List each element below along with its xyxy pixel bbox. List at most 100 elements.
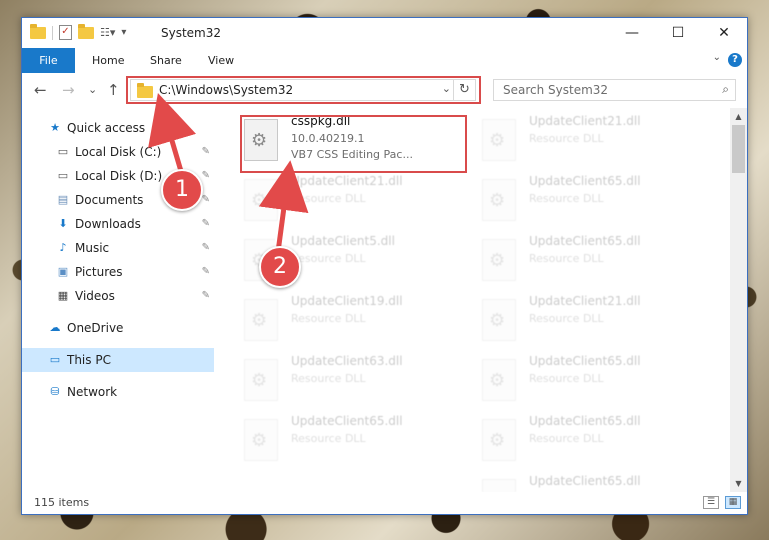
- dll-file-icon: [244, 419, 278, 461]
- file-item-csspkg[interactable]: csspkg.dll 10.0.40219.1 VB7 CSS Editing …: [241, 113, 471, 169]
- file-item[interactable]: UpdateClient65.dll Resource DLL: [241, 413, 471, 469]
- dll-file-icon: [244, 119, 278, 161]
- pin-icon[interactable]: ✎: [202, 164, 210, 188]
- file-list: csspkg.dll 10.0.40219.1 VB7 CSS Editing …: [219, 108, 732, 492]
- vertical-scrollbar[interactable]: ▲ ▼: [730, 108, 747, 492]
- file-type: Resource DLL: [529, 372, 604, 385]
- scroll-down-icon[interactable]: ▼: [730, 475, 747, 492]
- sidebar-item-pictures[interactable]: ▣ Pictures ✎: [22, 260, 214, 284]
- forward-button[interactable]: →: [62, 81, 75, 99]
- step-2-badge: 2: [259, 246, 301, 288]
- expand-ribbon-icon[interactable]: ⌄: [713, 52, 721, 63]
- tab-file[interactable]: File: [22, 48, 75, 73]
- minimize-button[interactable]: —: [609, 18, 655, 48]
- address-bar[interactable]: C:\Windows\System32 ⌄ ↻: [130, 79, 476, 101]
- file-name: UpdateClient65.dll: [529, 414, 641, 428]
- pin-icon[interactable]: ✎: [202, 260, 210, 284]
- properties-icon[interactable]: ✓: [59, 25, 72, 40]
- navigation-bar: ← → ⌄ ↑ C:\Windows\System32 ⌄ ↻ Search S…: [22, 73, 747, 108]
- sidebar-item-videos[interactable]: ▦ Videos ✎: [22, 284, 214, 308]
- pin-icon[interactable]: ✎: [202, 284, 210, 308]
- file-type: Resource DLL: [291, 192, 366, 205]
- search-box[interactable]: Search System32 ⌕: [493, 79, 736, 101]
- scroll-thumb[interactable]: [732, 125, 745, 173]
- sidebar-item-label: Pictures: [75, 265, 123, 279]
- refresh-button[interactable]: ↻: [453, 80, 475, 100]
- navigation-pane: ★ Quick access ▭ Local Disk (C:) ✎ ▭ Loc…: [22, 108, 214, 492]
- file-name: UpdateClient65.dll: [529, 174, 641, 188]
- address-dropdown-icon[interactable]: ⌄: [442, 82, 451, 95]
- sidebar-item-onedrive[interactable]: ☁ OneDrive: [22, 316, 214, 340]
- sidebar-item-local-disk-c[interactable]: ▭ Local Disk (C:) ✎: [22, 140, 214, 164]
- pin-icon[interactable]: ✎: [202, 140, 210, 164]
- tiles-view-icon[interactable]: ▦: [725, 496, 741, 509]
- address-path[interactable]: C:\Windows\System32: [159, 83, 293, 97]
- new-folder-icon[interactable]: [78, 23, 94, 39]
- folder-icon: [30, 23, 46, 39]
- file-name: UpdateClient63.dll: [291, 354, 403, 368]
- tab-home[interactable]: Home: [92, 48, 124, 73]
- up-button[interactable]: ↑: [107, 81, 120, 99]
- file-item[interactable]: UpdateClient65.dll Resource DLL: [479, 173, 709, 229]
- status-bar: 115 items ☰ ▦: [22, 492, 747, 514]
- file-description: VB7 CSS Editing Pac...: [291, 148, 413, 161]
- scroll-up-icon[interactable]: ▲: [730, 108, 747, 125]
- toolbar-divider: [52, 25, 53, 40]
- search-placeholder[interactable]: Search System32: [503, 83, 608, 97]
- qat-dropdown-icon[interactable]: ▾: [121, 27, 126, 38]
- file-item[interactable]: UpdateClient65.dll Resource DLL: [479, 233, 709, 289]
- dll-file-icon: [244, 179, 278, 221]
- file-type: Resource DLL: [291, 372, 366, 385]
- file-name: UpdateClient21.dll: [291, 174, 403, 188]
- tab-view[interactable]: View: [208, 48, 234, 73]
- dll-file-icon: [244, 299, 278, 341]
- ribbon-tabs: File Home Share View ⌄ ?: [22, 48, 747, 74]
- file-item[interactable]: UpdateClient19.dll Resource DLL: [241, 293, 471, 349]
- sidebar-item-label: This PC: [67, 353, 111, 367]
- pin-icon[interactable]: ✎: [202, 212, 210, 236]
- sidebar-item-network[interactable]: ⛁ Network: [22, 380, 214, 404]
- file-type: Resource DLL: [291, 312, 366, 325]
- file-name: UpdateClient65.dll: [529, 474, 641, 488]
- dll-file-icon: [482, 239, 516, 281]
- sidebar-item-this-pc[interactable]: ▭ This PC: [22, 348, 214, 372]
- file-item[interactable]: UpdateClient63.dll Resource DLL: [241, 353, 471, 409]
- dll-file-icon: [482, 179, 516, 221]
- back-button[interactable]: ←: [34, 81, 47, 99]
- file-item[interactable]: UpdateClient65.dll: [479, 473, 709, 492]
- file-explorer-window: ✓ ☷▾ ▾ System32 — ☐ ✕ File Home Share Vi…: [21, 17, 748, 515]
- quick-access-toolbar: ✓ ☷▾ ▾: [30, 23, 126, 40]
- recent-locations-button[interactable]: ⌄: [88, 83, 97, 96]
- details-view-icon[interactable]: ☰: [703, 496, 719, 509]
- maximize-button[interactable]: ☐: [655, 18, 701, 48]
- sidebar-item-label: Quick access: [67, 121, 146, 135]
- customize-toolbar-icon[interactable]: ☷▾: [100, 26, 115, 39]
- star-icon: ★: [50, 121, 60, 134]
- close-button[interactable]: ✕: [701, 18, 747, 48]
- help-icon[interactable]: ?: [728, 53, 742, 67]
- file-version: 10.0.40219.1: [291, 132, 365, 145]
- music-icon: ♪: [59, 241, 67, 254]
- network-icon: ⛁: [50, 385, 60, 398]
- sidebar-item-music[interactable]: ♪ Music ✎: [22, 236, 214, 260]
- search-icon[interactable]: ⌕: [722, 82, 729, 97]
- file-item[interactable]: UpdateClient21.dll Resource DLL: [241, 173, 471, 229]
- file-item[interactable]: UpdateClient21.dll Resource DLL: [479, 293, 709, 349]
- dll-file-icon: [482, 479, 516, 492]
- sidebar-item-label: Downloads: [75, 217, 141, 231]
- sidebar-item-label: Videos: [75, 289, 115, 303]
- file-item[interactable]: UpdateClient65.dll Resource DLL: [479, 413, 709, 469]
- cloud-icon: ☁: [49, 321, 61, 334]
- file-name: UpdateClient65.dll: [291, 414, 403, 428]
- sidebar-item-quick-access[interactable]: ★ Quick access: [22, 116, 214, 140]
- sidebar-item-label: Local Disk (C:): [75, 145, 162, 159]
- dll-file-icon: [244, 359, 278, 401]
- file-item[interactable]: UpdateClient65.dll Resource DLL: [479, 353, 709, 409]
- pin-icon[interactable]: ✎: [202, 236, 210, 260]
- dll-file-icon: [482, 119, 516, 161]
- file-item[interactable]: UpdateClient21.dll Resource DLL: [479, 113, 709, 169]
- file-type: Resource DLL: [529, 252, 604, 265]
- tab-share[interactable]: Share: [150, 48, 182, 73]
- sidebar-item-downloads[interactable]: ⬇ Downloads ✎: [22, 212, 214, 236]
- drive-icon: ▭: [57, 169, 69, 182]
